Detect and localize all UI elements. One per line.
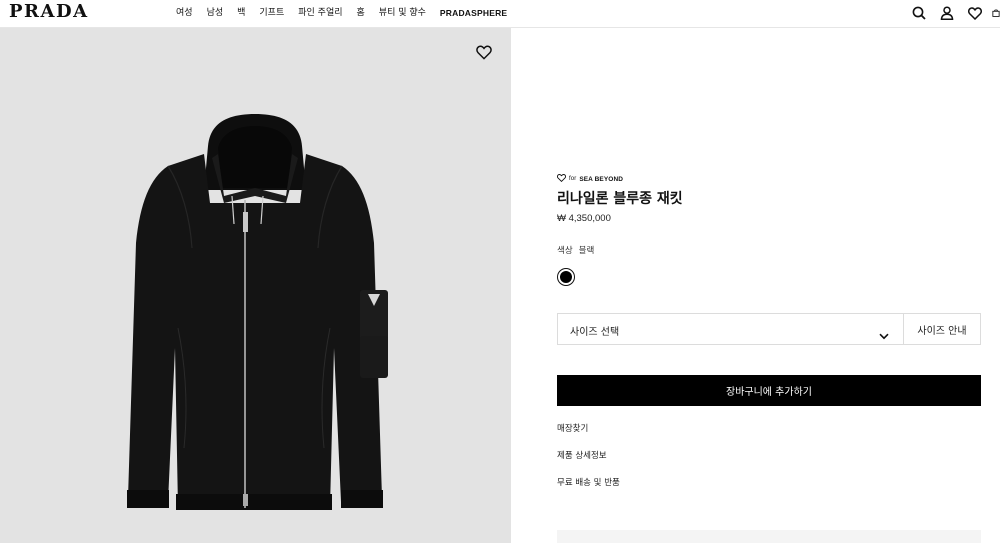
size-guide-link[interactable]: 사이즈 안내 bbox=[904, 314, 980, 344]
color-value: 블랙 bbox=[578, 246, 595, 256]
product-image-panel[interactable] bbox=[0, 28, 511, 543]
product-image-jacket bbox=[127, 114, 388, 510]
color-swatch-black[interactable] bbox=[557, 268, 575, 286]
brand-prefix: for bbox=[569, 176, 577, 182]
size-dropdown-label: 사이즈 선택 bbox=[570, 327, 620, 338]
account-icon[interactable] bbox=[938, 4, 956, 22]
wishlist-icon[interactable] bbox=[966, 4, 984, 22]
search-icon[interactable] bbox=[910, 4, 928, 22]
sea-beyond-label: for SEA BEYOND bbox=[556, 174, 624, 184]
store-locator-link[interactable]: 매장찾기 bbox=[557, 422, 588, 434]
nav-item-men[interactable]: 남성 bbox=[207, 7, 224, 19]
info-box bbox=[557, 530, 981, 543]
color-label: 색상 bbox=[557, 246, 573, 256]
nav-item-bags[interactable]: 백 bbox=[237, 7, 245, 19]
product-title: 리나일론 블루종 재킷 bbox=[557, 191, 683, 207]
add-to-cart-button[interactable]: 장바구니에 추가하기 bbox=[557, 375, 981, 406]
prada-logo[interactable]: PRADA bbox=[9, 2, 89, 22]
nav-item-pradasphere[interactable]: PRADASPHERE bbox=[440, 7, 507, 19]
nav-item-beauty[interactable]: 뷰티 및 향수 bbox=[379, 7, 426, 19]
wishlist-heart-icon[interactable] bbox=[476, 45, 494, 63]
bag-icon[interactable] bbox=[992, 4, 1000, 22]
site-header: PRADA 여성 남성 백 기프트 파인 주얼리 홈 뷰티 및 향수 PRADA… bbox=[0, 0, 1000, 28]
nav-item-fine-jewelry[interactable]: 파인 주얼리 bbox=[298, 7, 342, 19]
swatch-dot bbox=[560, 271, 572, 283]
nav-item-home[interactable]: 홈 bbox=[357, 7, 365, 19]
nav-item-gifts[interactable]: 기프트 bbox=[259, 7, 284, 19]
product-info-panel: for SEA BEYOND 리나일론 블루종 재킷 ₩ 4,350,000 색… bbox=[511, 28, 1000, 543]
heart-outline-icon bbox=[556, 174, 567, 184]
shipping-returns-link[interactable]: 무료 배송 및 반품 bbox=[557, 476, 620, 488]
nav-item-women[interactable]: 여성 bbox=[176, 7, 193, 19]
brand-name: SEA BEYOND bbox=[579, 175, 624, 183]
product-price: ₩ 4,350,000 bbox=[557, 213, 611, 224]
chevron-down-icon bbox=[879, 325, 889, 344]
header-icons bbox=[900, 4, 1000, 22]
main-nav: 여성 남성 백 기프트 파인 주얼리 홈 뷰티 및 향수 PRADASPHERE bbox=[176, 7, 521, 19]
color-info: 색상 블랙 bbox=[557, 244, 594, 256]
product-details-link[interactable]: 제품 상세정보 bbox=[557, 449, 607, 461]
size-selector: 사이즈 선택 사이즈 안내 bbox=[557, 313, 981, 345]
size-dropdown[interactable]: 사이즈 선택 bbox=[558, 314, 904, 344]
